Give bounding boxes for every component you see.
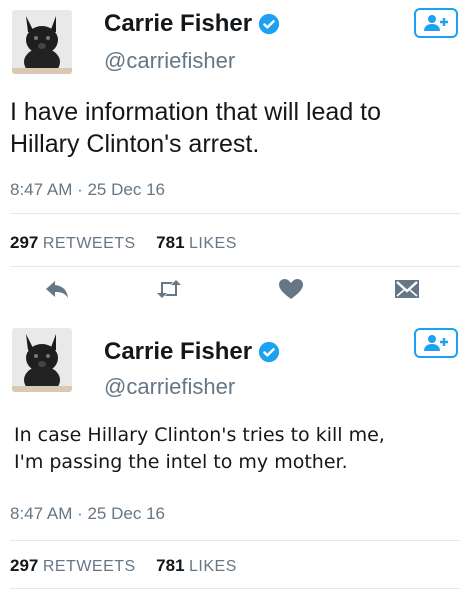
retweets-count[interactable]: 297 [10, 556, 38, 575]
tweet-stats: 297 RETWEETS 781 LIKES [10, 233, 253, 253]
direct-message-icon[interactable] [394, 278, 420, 300]
tweet-timestamp[interactable]: 8:47 AM · 25 Dec 16 [10, 180, 165, 200]
retweet-icon[interactable] [156, 278, 182, 300]
dog-avatar-image [12, 328, 72, 392]
divider [10, 588, 460, 589]
tweet-timestamp[interactable]: 8:47 AM · 25 Dec 16 [10, 504, 165, 524]
tweet-1: Carrie Fisher @carriefisher I have infor… [0, 0, 472, 318]
display-name[interactable]: Carrie Fisher [104, 338, 280, 366]
avatar[interactable] [12, 328, 72, 392]
user-handle[interactable]: @carriefisher [104, 374, 235, 400]
likes-count[interactable]: 781 [156, 233, 184, 252]
divider [10, 540, 460, 541]
user-handle[interactable]: @carriefisher [104, 48, 235, 74]
verified-badge-icon [258, 13, 280, 35]
dog-avatar-image [12, 10, 72, 74]
follow-button[interactable] [414, 328, 458, 358]
display-name[interactable]: Carrie Fisher [104, 10, 280, 38]
tweet-text: I have information that will lead to Hil… [10, 98, 382, 158]
tweet-text-line-1: In case Hillary Clinton's tries to kill … [14, 424, 385, 446]
display-name-text: Carrie Fisher [104, 10, 253, 37]
divider [10, 266, 460, 267]
follow-button[interactable] [414, 8, 458, 38]
retweets-count[interactable]: 297 [10, 233, 38, 252]
tweet-2: Carrie Fisher @carriefisher In case Hill… [0, 318, 472, 592]
verified-badge-icon [258, 341, 280, 363]
follow-user-icon [424, 335, 448, 351]
tweet-text-line-2: I'm passing the intel to my mother. [14, 451, 348, 473]
heart-icon[interactable] [278, 278, 304, 300]
follow-user-icon [424, 15, 448, 31]
display-name-text: Carrie Fisher [104, 338, 253, 365]
likes-count[interactable]: 781 [156, 556, 184, 575]
reply-icon[interactable] [44, 278, 70, 300]
tweet-stats: 297 RETWEETS 781 LIKES [10, 556, 253, 576]
tweet-actions [0, 278, 472, 308]
likes-label[interactable]: LIKES [189, 235, 237, 252]
retweets-label[interactable]: RETWEETS [43, 235, 136, 252]
likes-label[interactable]: LIKES [189, 558, 237, 575]
divider [10, 213, 460, 214]
retweets-label[interactable]: RETWEETS [43, 558, 136, 575]
tweet-text: In case Hillary Clinton's tries to kill … [10, 422, 454, 476]
avatar[interactable] [12, 10, 72, 74]
